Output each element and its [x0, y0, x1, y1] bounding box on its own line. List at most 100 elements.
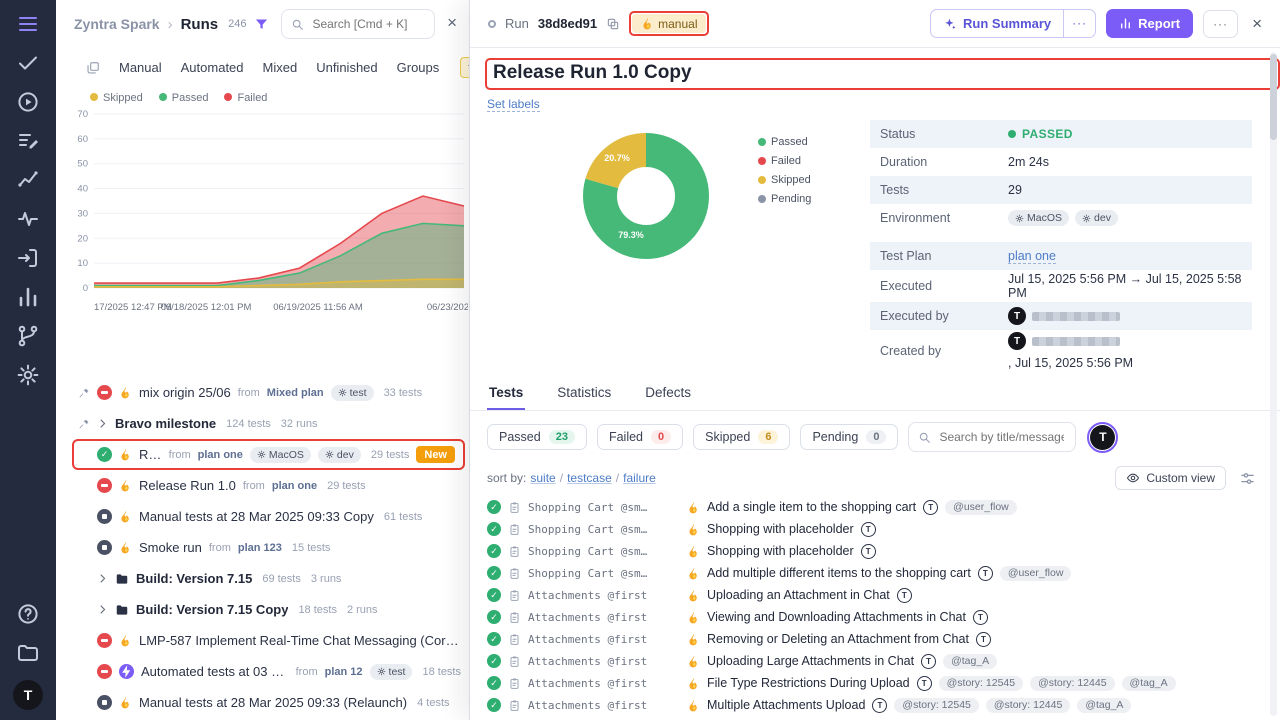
author-avatar-icon: T: [973, 610, 988, 625]
tests-icon[interactable]: [16, 51, 40, 75]
plan-link[interactable]: plan 123: [238, 542, 282, 554]
runs-tab-unfinished[interactable]: Unfinished: [316, 60, 377, 75]
run-row[interactable]: Manual tests at 28 Mar 2025 09:33 Copy61…: [56, 501, 469, 532]
donut-legend-item: Failed: [758, 155, 811, 167]
reports-icon[interactable]: [16, 285, 40, 309]
test-row[interactable]: ✓Shopping Cart @sm…Shopping with placeho…: [470, 540, 1280, 562]
run-detail-panel: Run 38d8ed91 manual Run Summary ··· Repo…: [470, 0, 1280, 720]
sort-failure-link[interactable]: failure: [623, 471, 656, 485]
runs-panel: Zyntra Spark › Runs 246 × ManualAutomate…: [56, 0, 470, 720]
more-actions-button[interactable]: ···: [1203, 10, 1238, 38]
run-row[interactable]: LMP-587 Implement Real-Time Chat Messagi…: [56, 625, 469, 656]
test-tag[interactable]: @story: 12545: [894, 698, 978, 713]
run-row[interactable]: Manual tests at 28 Mar 2025 09:33 (Relau…: [56, 687, 469, 718]
tab-tests[interactable]: Tests: [487, 376, 525, 410]
plan-link[interactable]: plan one: [198, 449, 243, 461]
runs-tab-test[interactable]: test: [460, 57, 470, 78]
tab-statistics[interactable]: Statistics: [555, 376, 613, 410]
filter-pending[interactable]: Pending0: [800, 424, 898, 450]
runs-tab-mixed[interactable]: Mixed: [263, 60, 298, 75]
close-detail-button[interactable]: ×: [1252, 14, 1262, 34]
test-tag[interactable]: @tag_A: [1122, 676, 1176, 691]
test-row[interactable]: ✓Attachments @firstImage Preview on Clic…: [470, 716, 1280, 720]
run-status-stopped-dark-icon: [97, 540, 112, 555]
runs-tab-manual[interactable]: Manual: [119, 60, 162, 75]
scrollbar-thumb[interactable]: [1270, 54, 1277, 140]
test-row[interactable]: ✓Shopping Cart @sm…Add multiple differen…: [470, 562, 1280, 584]
test-tag[interactable]: @story: 12545: [939, 676, 1023, 691]
report-button[interactable]: Report: [1106, 9, 1193, 38]
run-row[interactable]: Smoke runfromplan 12315 tests: [56, 532, 469, 563]
test-tag[interactable]: @user_flow: [1000, 566, 1072, 581]
gear-icon: [325, 450, 334, 459]
import-icon[interactable]: [16, 246, 40, 270]
run-row[interactable]: Build: Version 7.15 Copy18 tests2 runs: [56, 594, 469, 625]
folder-icon: [115, 603, 129, 617]
test-plans-icon[interactable]: [16, 129, 40, 153]
runs-tab-automated[interactable]: Automated: [181, 60, 244, 75]
run-row[interactable]: Release Run 1.0fromplan one29 tests: [56, 470, 469, 501]
filter-passed[interactable]: Passed23: [487, 424, 587, 450]
plan-link[interactable]: Mixed plan: [267, 387, 324, 399]
activity-icon[interactable]: [16, 207, 40, 231]
run-summary-more-button[interactable]: ···: [1063, 10, 1095, 37]
runs-search-input[interactable]: [310, 16, 425, 32]
view-settings-icon[interactable]: [1240, 471, 1255, 486]
test-row[interactable]: ✓Attachments @firstRemoving or Deleting …: [470, 628, 1280, 650]
run-summary-button-group: Run Summary ···: [930, 9, 1096, 38]
plan-link[interactable]: plan 12: [325, 666, 363, 678]
test-title: Removing or Deleting an Attachment from …: [707, 632, 969, 646]
flame-icon: [119, 448, 132, 461]
flame-icon: [687, 589, 700, 602]
detail-scrollbar[interactable]: [1270, 52, 1277, 716]
run-meta: 4 tests: [417, 697, 449, 709]
plan-link[interactable]: plan one: [272, 480, 317, 492]
test-row[interactable]: ✓Attachments @firstFile Type Restriction…: [470, 672, 1280, 694]
run-meta: 32 runs: [281, 418, 318, 430]
filter-failed[interactable]: Failed0: [597, 424, 683, 450]
custom-view-button[interactable]: Custom view: [1115, 466, 1226, 490]
menu-icon[interactable]: [16, 12, 40, 36]
test-tag[interactable]: @story: 12445: [1030, 676, 1114, 691]
copy-run-id-icon[interactable]: [606, 17, 620, 31]
run-row[interactable]: ✓Release Run 1.0 Copyfromplan oneMacOSde…: [72, 439, 465, 470]
runs-icon[interactable]: [16, 90, 40, 114]
filter-funnel-icon[interactable]: [254, 17, 269, 32]
test-tag[interactable]: @tag_A: [943, 654, 997, 669]
tests-search[interactable]: [908, 422, 1076, 452]
sort-testcase-link[interactable]: testcase: [567, 471, 612, 485]
set-labels-link[interactable]: Set labels: [487, 97, 540, 112]
filter-skipped[interactable]: Skipped6: [693, 424, 790, 450]
test-row[interactable]: ✓Shopping Cart @sm…Add a single item to …: [470, 496, 1280, 518]
assignee-avatar[interactable]: T: [1090, 425, 1115, 450]
run-row[interactable]: mix origin 25/06fromMixed plantest33 tes…: [56, 377, 469, 408]
run-row[interactable]: Build: Version 7.1569 tests3 runs: [56, 563, 469, 594]
runs-search[interactable]: [281, 9, 435, 39]
sort-suite-link[interactable]: suite: [530, 471, 555, 485]
test-row[interactable]: ✓Attachments @firstUploading Large Attac…: [470, 650, 1280, 672]
run-summary-button[interactable]: Run Summary: [931, 10, 1063, 37]
test-row[interactable]: ✓Shopping Cart @sm…Shopping with placeho…: [470, 518, 1280, 540]
test-row[interactable]: ✓Attachments @firstViewing and Downloadi…: [470, 606, 1280, 628]
test-tag[interactable]: @story: 12445: [986, 698, 1070, 713]
run-row[interactable]: Bravo milestone124 tests32 runs: [56, 408, 469, 439]
close-runs-panel-button[interactable]: ×: [447, 13, 457, 33]
user-avatar[interactable]: T: [13, 680, 43, 710]
settings-icon[interactable]: [16, 363, 40, 387]
branches-icon[interactable]: [16, 324, 40, 348]
test-row[interactable]: ✓Attachments @firstMultiple Attachments …: [470, 694, 1280, 716]
projects-icon[interactable]: [16, 641, 40, 665]
test-tag[interactable]: @tag_A: [1077, 698, 1131, 713]
test-plan-link[interactable]: plan one: [1008, 249, 1056, 264]
run-row[interactable]: Automated tests at 03 Jul 2025 13:25from…: [56, 656, 469, 687]
runs-tab-groups[interactable]: Groups: [397, 60, 440, 75]
tests-search-input[interactable]: [937, 429, 1066, 445]
test-row[interactable]: ✓Attachments @firstUploading an Attachme…: [470, 584, 1280, 606]
help-icon[interactable]: [16, 602, 40, 626]
breadcrumb-section[interactable]: Runs: [181, 16, 219, 33]
svg-text:0: 0: [83, 283, 88, 294]
breadcrumb-brand[interactable]: Zyntra Spark: [74, 16, 160, 32]
tab-defects[interactable]: Defects: [643, 376, 693, 410]
test-tag[interactable]: @user_flow: [945, 500, 1017, 515]
analytics-icon[interactable]: [16, 168, 40, 192]
